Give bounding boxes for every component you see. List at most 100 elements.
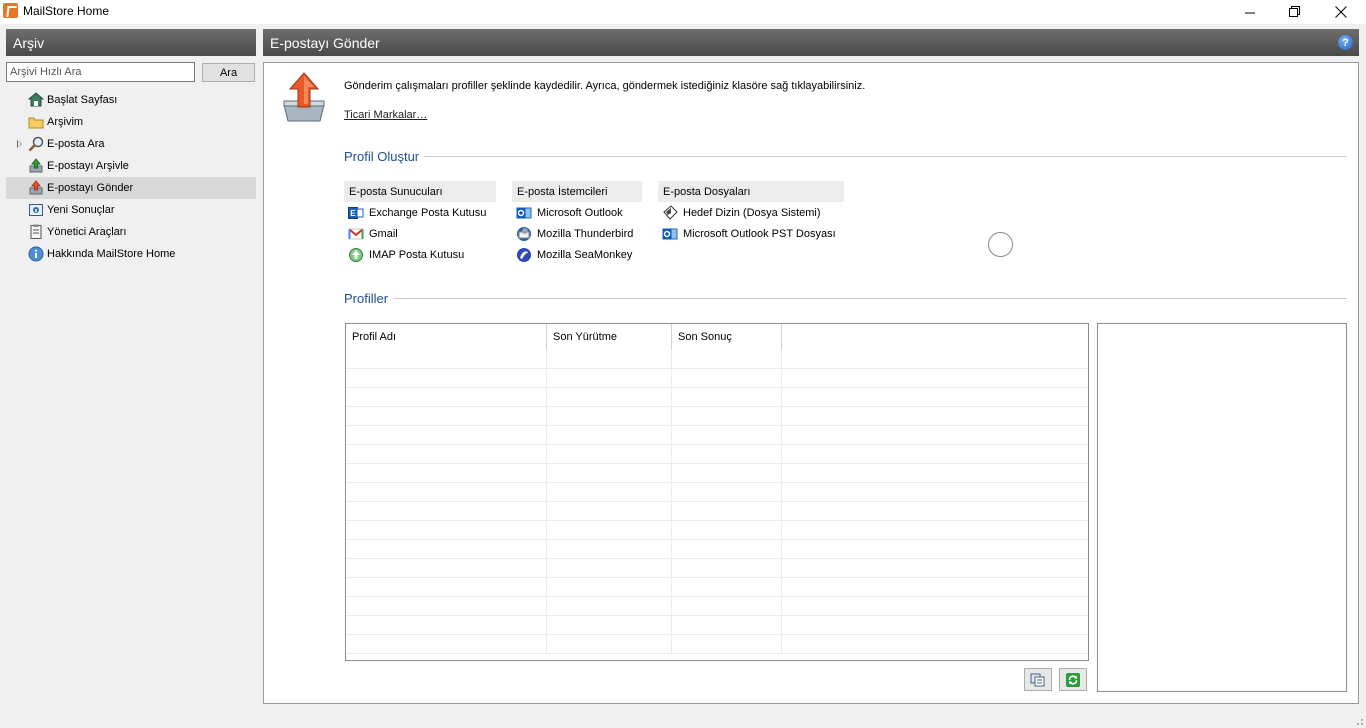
- empty-table-cell: [346, 388, 547, 406]
- microsoft-outlook-option[interactable]: Microsoft Outlook: [512, 202, 642, 223]
- option-label: Gmail: [369, 227, 398, 240]
- empty-table-row: [346, 502, 1088, 521]
- column-header-last-run[interactable]: Son Yürütme: [547, 324, 672, 350]
- empty-table-cell: [346, 464, 547, 482]
- option-label: Mozilla Thunderbird: [537, 227, 634, 240]
- option-label: Microsoft Outlook PST Dosyası: [683, 227, 836, 240]
- empty-table-cell: [547, 445, 672, 463]
- empty-table-cell: [672, 597, 782, 615]
- column-header: E-posta Sunucuları: [344, 181, 496, 202]
- empty-table-cell: [547, 369, 672, 387]
- target-directory-option[interactable]: Hedef Dizin (Dosya Sistemi): [658, 202, 844, 223]
- minimize-button[interactable]: [1227, 0, 1273, 24]
- seamonkey-icon: [516, 247, 532, 263]
- nav-item-archive-email[interactable]: E-postayı Arşivle: [6, 155, 256, 177]
- option-label: IMAP Posta Kutusu: [369, 248, 465, 261]
- empty-table-cell: [346, 445, 547, 463]
- empty-table-cell: [672, 388, 782, 406]
- nav-item-my-archive[interactable]: Arşivim: [6, 111, 256, 133]
- nav-label: Arşivim: [47, 116, 84, 128]
- empty-table-cell: [547, 388, 672, 406]
- column-header: E-posta İstemcileri: [512, 181, 642, 202]
- close-icon: [1335, 6, 1347, 18]
- home-icon: [27, 92, 45, 108]
- empty-table-cell: [346, 483, 547, 501]
- empty-table-row: [346, 616, 1088, 635]
- empty-table-cell: [672, 521, 782, 539]
- empty-table-cell: [346, 350, 547, 368]
- empty-table-cell: [672, 350, 782, 368]
- nav-label: Başlat Sayfası: [47, 94, 118, 106]
- option-label: Hedef Dizin (Dosya Sistemi): [683, 206, 821, 219]
- expand-arrow-icon[interactable]: [17, 140, 22, 148]
- empty-table-row: [346, 445, 1088, 464]
- nav-item-search-email[interactable]: E-posta Ara: [6, 133, 256, 155]
- nav-label: Yeni Sonuçlar: [47, 204, 115, 216]
- page-title-text: E-postayı Gönder: [270, 35, 380, 51]
- option-label: Microsoft Outlook: [537, 206, 623, 219]
- quick-search-input[interactable]: [6, 62, 195, 82]
- empty-table-cell: [346, 597, 547, 615]
- nav-label: E-postayı Gönder: [47, 182, 134, 194]
- nav-item-new-results[interactable]: Yeni Sonuçlar: [6, 199, 256, 221]
- search-button[interactable]: Ara: [202, 63, 255, 82]
- empty-table-cell: [672, 559, 782, 577]
- restore-button[interactable]: [1272, 0, 1318, 24]
- empty-table-cell: [547, 426, 672, 444]
- section-divider: [344, 298, 1347, 299]
- profiles-table[interactable]: Profil Adı Son Yürütme Son Sonuç: [345, 323, 1089, 661]
- close-button[interactable]: [1318, 0, 1364, 24]
- email-files-column: E-posta Dosyaları Hedef Dizin (Dosya Sis…: [658, 181, 844, 244]
- empty-table-cell: [547, 464, 672, 482]
- empty-table-cell: [547, 578, 672, 596]
- nav-item-about[interactable]: Hakkında MailStore Home: [6, 243, 256, 265]
- empty-table-cell: [672, 578, 782, 596]
- empty-table-row: [346, 350, 1088, 369]
- exchange-mailbox-option[interactable]: E Exchange Posta Kutusu: [344, 202, 496, 223]
- option-label: Mozilla SeaMonkey: [537, 248, 633, 261]
- folder-icon: [28, 114, 44, 130]
- nav-label: E-postayı Arşivle: [47, 160, 129, 172]
- mozilla-seamonkey-option[interactable]: Mozilla SeaMonkey: [512, 244, 642, 265]
- empty-table-cell: [547, 350, 672, 368]
- empty-table-cell: [672, 464, 782, 482]
- create-profile-title: Profil Oluştur: [344, 149, 426, 164]
- nav-item-admin-tools[interactable]: Yönetici Araçları: [6, 221, 256, 243]
- outlook-icon: [516, 205, 532, 221]
- profiles-title: Profiller: [344, 291, 395, 306]
- help-icon[interactable]: ?: [1338, 35, 1353, 50]
- page-title: E-postayı Gönder ?: [263, 29, 1359, 56]
- results-icon: [28, 202, 44, 218]
- exchange-icon: E: [348, 205, 364, 221]
- restore-icon: [1289, 6, 1300, 17]
- outlook-pst-file-option[interactable]: Microsoft Outlook PST Dosyası: [658, 223, 844, 244]
- empty-table-cell: [672, 445, 782, 463]
- gmail-option[interactable]: Gmail: [344, 223, 496, 244]
- column-header-last-result[interactable]: Son Sonuç: [672, 324, 782, 350]
- empty-table-cell: [547, 407, 672, 425]
- empty-table-cell: [672, 426, 782, 444]
- archive-panel-header: Arşiv: [6, 29, 256, 56]
- directory-icon: [662, 204, 678, 221]
- mozilla-thunderbird-option[interactable]: Mozilla Thunderbird: [512, 223, 642, 244]
- export-email-content: Gönderim çalışmaları profiller şeklinde …: [263, 62, 1359, 704]
- nav-item-export-email[interactable]: E-postayı Gönder: [6, 177, 256, 199]
- empty-table-row: [346, 635, 1088, 654]
- export-email-icon: [28, 180, 44, 196]
- column-header-profile-name[interactable]: Profil Adı: [346, 324, 547, 350]
- trademarks-link[interactable]: Ticari Markalar…: [344, 109, 427, 121]
- option-label: Exchange Posta Kutusu: [369, 206, 487, 219]
- copy-profile-button[interactable]: [1024, 668, 1052, 691]
- empty-table-row: [346, 521, 1088, 540]
- empty-table-row: [346, 559, 1088, 578]
- email-clients-column: E-posta İstemcileri Microsoft Outlook Mo…: [512, 181, 642, 265]
- empty-table-row: [346, 388, 1088, 407]
- resize-grip-icon[interactable]: [1354, 716, 1364, 726]
- empty-table-cell: [346, 426, 547, 444]
- nav-item-start-page[interactable]: Başlat Sayfası: [6, 89, 256, 111]
- imap-mailbox-option[interactable]: IMAP Posta Kutusu: [344, 244, 496, 265]
- table-header: Profil Adı Son Yürütme Son Sonuç: [346, 324, 1088, 350]
- refresh-button[interactable]: [1059, 668, 1087, 691]
- empty-table-cell: [672, 407, 782, 425]
- empty-table-cell: [672, 502, 782, 520]
